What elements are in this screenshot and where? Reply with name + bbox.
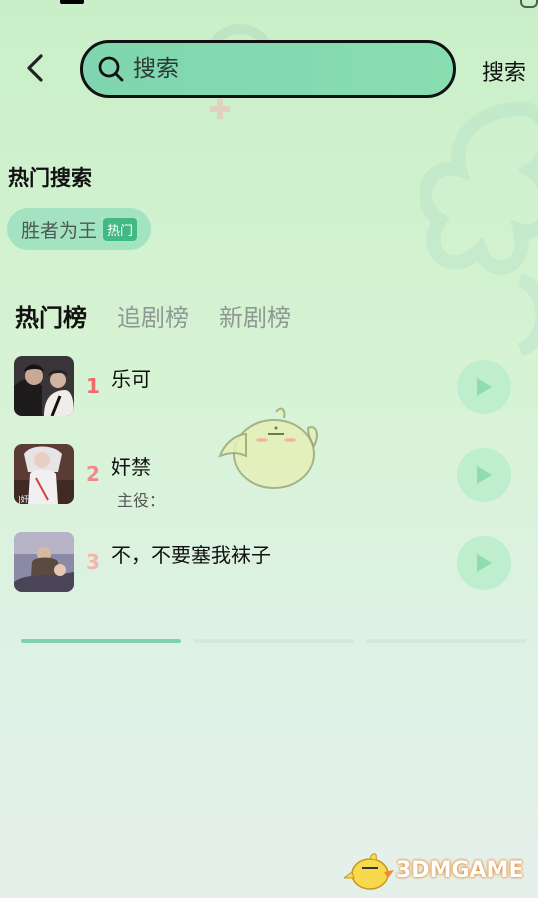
watermark-mascot-icon (344, 853, 394, 890)
pager-indicator[interactable] (366, 639, 526, 643)
watermark: 3DMGAME (344, 848, 523, 892)
drama-title: 乐可 (111, 367, 151, 391)
rank-number: 1 (86, 374, 100, 398)
ranking-list: 1 乐可 |奸 2 奸禁 主役： 3 不，不要塞我袜子 (0, 352, 538, 616)
play-icon (477, 466, 492, 484)
search-input[interactable] (133, 56, 423, 82)
cast-label: 主役： (117, 491, 166, 510)
svg-text:|奸: |奸 (18, 494, 29, 504)
rank-number: 2 (86, 462, 100, 486)
play-button[interactable] (457, 448, 511, 502)
watermark-text: 3DMGAME (396, 857, 524, 883)
search-header: 搜索 (0, 38, 538, 100)
tab-hot-ranking[interactable]: 热门榜 (15, 298, 87, 333)
play-button[interactable] (457, 360, 511, 414)
play-icon (477, 554, 492, 572)
hot-search-title: 热门搜索 (8, 166, 92, 190)
back-button[interactable] (18, 50, 52, 86)
status-bar-indicator-right (520, 0, 538, 8)
status-bar-indicator (60, 0, 84, 4)
list-item[interactable]: |奸 2 奸禁 主役： (0, 440, 538, 528)
drama-title: 不，不要塞我袜子 (111, 543, 271, 567)
search-icon (98, 56, 124, 82)
chevron-left-icon (27, 54, 43, 82)
pager-indicator-active[interactable] (21, 639, 181, 643)
rank-number: 3 (86, 550, 100, 574)
cover-image (14, 356, 74, 416)
hot-search-chip[interactable]: 胜者为王 热门 (7, 208, 152, 250)
tab-new-ranking[interactable]: 新剧榜 (219, 298, 291, 333)
background-flower-decoration (420, 101, 538, 357)
hot-search-chip-label: 胜者为王 (21, 219, 98, 242)
play-button[interactable] (457, 536, 511, 590)
drama-title: 奸禁 (111, 455, 151, 479)
cover-image (14, 532, 74, 592)
cover-image: |奸 (14, 444, 74, 504)
search-field[interactable] (80, 40, 456, 98)
play-icon (477, 378, 492, 396)
tab-following-ranking[interactable]: 追剧榜 (117, 298, 189, 333)
ranking-tabs: 热门榜 追剧榜 新剧榜 (15, 298, 291, 333)
hot-badge: 热门 (103, 217, 138, 241)
pager-indicator[interactable] (194, 639, 354, 643)
search-submit-button[interactable]: 搜索 (482, 55, 526, 87)
list-item[interactable]: 3 不，不要塞我袜子 (0, 528, 538, 616)
list-item[interactable]: 1 乐可 (0, 352, 538, 440)
